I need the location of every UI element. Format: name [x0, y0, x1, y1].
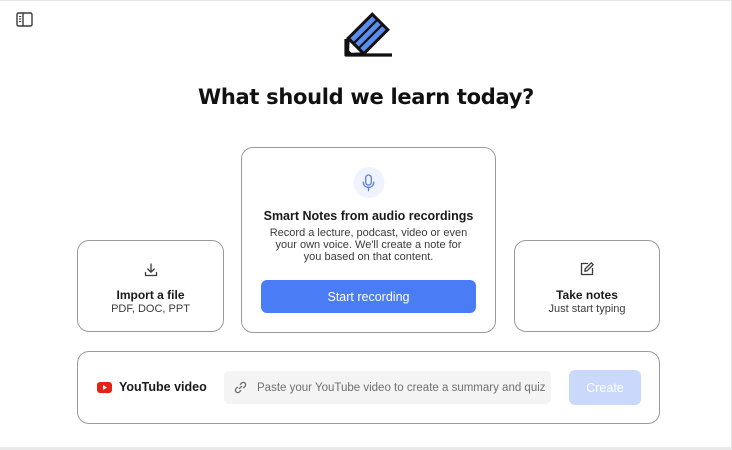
start-recording-button[interactable]: Start recording — [261, 280, 476, 313]
edit-square-icon — [580, 262, 594, 276]
description-line: you based on that content. — [303, 251, 434, 263]
take-notes-subtitle: Just start typing — [548, 303, 626, 315]
description-line: Record a lecture, podcast, video or even — [269, 227, 468, 239]
smart-notes-description: Record a lecture, podcast, video or even… — [262, 227, 475, 263]
take-notes-title: Take notes — [556, 288, 618, 302]
smart-notes-title: Smart Notes from audio recordings — [263, 209, 474, 223]
import-file-title: Import a file — [116, 288, 185, 302]
youtube-label: YouTube video — [119, 380, 207, 394]
sidebar-toggle-button[interactable] — [16, 12, 34, 28]
link-icon — [234, 381, 247, 394]
create-button[interactable]: Create — [569, 370, 641, 405]
sidebar-panel-icon — [16, 12, 33, 27]
app-window: What should we learn today? Import a fil… — [0, 0, 732, 450]
youtube-import-card: YouTube video Create — [77, 351, 660, 424]
page-title: What should we learn today? — [198, 85, 534, 109]
app-logo — [340, 9, 394, 61]
pencil-notebook-logo — [344, 12, 392, 57]
description-line: your own voice. We'll create a note for — [275, 239, 462, 251]
microphone-icon — [362, 173, 375, 191]
youtube-icon — [97, 381, 112, 393]
microphone-badge — [353, 167, 384, 198]
import-file-card[interactable]: Import a file PDF, DOC, PPT — [77, 240, 224, 332]
youtube-url-input[interactable] — [255, 380, 549, 395]
download-icon — [144, 263, 157, 277]
import-file-subtitle: PDF, DOC, PPT — [111, 303, 190, 315]
youtube-url-field[interactable] — [224, 371, 551, 404]
take-notes-card[interactable]: Take notes Just start typing — [514, 240, 660, 332]
youtube-label-group: YouTube video — [97, 380, 207, 394]
smart-notes-card: Smart Notes from audio recordings Record… — [241, 147, 496, 333]
